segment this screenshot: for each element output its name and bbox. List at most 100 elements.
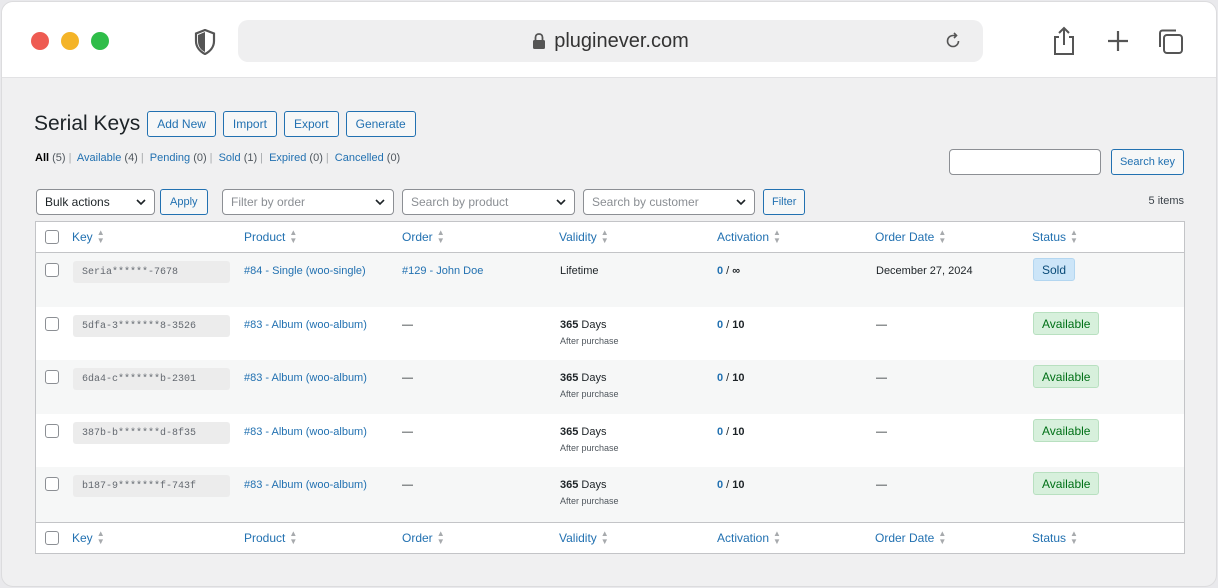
activation-used: 0 (717, 319, 724, 331)
validity-label: Days (578, 319, 607, 331)
sort-icon: ▲ ▼ (600, 228, 609, 245)
table-nav: Bulk actions Apply Filter by order Searc… (34, 189, 1186, 215)
sort-icon: ▲ ▼ (600, 529, 609, 546)
minimize-window-button[interactable] (61, 32, 79, 50)
filter-available[interactable]: Available (77, 152, 121, 164)
product-search-select[interactable]: Search by product (402, 189, 575, 215)
product-link[interactable]: #83 - Album (woo-album) (244, 426, 367, 438)
lock-icon (533, 33, 546, 49)
address-bar[interactable]: pluginever.com (238, 20, 983, 62)
validity-note: After purchase (560, 496, 619, 506)
activation-used: 0 (717, 426, 724, 438)
product-link[interactable]: #83 - Album (woo-album) (244, 479, 367, 491)
product-link[interactable]: #83 - Album (woo-album) (244, 319, 367, 331)
filter-count: (4) (124, 152, 138, 164)
activation-limit: ∞ (732, 265, 741, 277)
filter-all[interactable]: All (35, 152, 49, 164)
filter-button[interactable]: Filter (763, 189, 806, 215)
bulk-actions-select[interactable]: Bulk actions (36, 189, 155, 215)
column-key[interactable]: Key ▲ ▼ (72, 222, 105, 252)
status-badge: Available (1033, 365, 1100, 388)
sort-icon: ▲ ▼ (96, 529, 105, 546)
column-product[interactable]: Product ▲ ▼ (244, 222, 297, 252)
search-key-button[interactable]: Search key (1110, 149, 1184, 175)
chevron-down-icon (736, 199, 746, 206)
column-key[interactable]: Key ▲ ▼ (72, 523, 105, 553)
column-label: Order Date (875, 230, 935, 244)
reload-icon[interactable] (943, 31, 963, 51)
column-order[interactable]: Order ▲ ▼ (402, 222, 445, 252)
column-validity[interactable]: Validity ▲ ▼ (559, 523, 609, 553)
order-date: — (876, 426, 887, 438)
export-button[interactable]: Export (283, 111, 339, 137)
column-status[interactable]: Status ▲ ▼ (1032, 523, 1078, 553)
row-checkbox[interactable] (45, 477, 59, 491)
browser-window: pluginever.com Serial Keys Add New Impor… (1, 1, 1217, 587)
validity-label: Days (578, 426, 607, 438)
sort-icon: ▲ ▼ (1070, 228, 1078, 245)
url-text: pluginever.com (554, 29, 689, 52)
validity-label: Days (578, 372, 607, 384)
browser-toolbar: pluginever.com (2, 2, 1216, 78)
apply-button[interactable]: Apply (160, 189, 208, 215)
table-row: b187-9*******f-743f #83 - Album (woo-alb… (36, 467, 1184, 522)
activation-limit: 10 (732, 319, 745, 331)
column-label: Status (1032, 531, 1067, 545)
activation-used: 0 (717, 265, 724, 277)
order-link[interactable]: #129 - John Doe (402, 265, 483, 277)
row-checkbox[interactable] (45, 317, 59, 331)
add-new-button[interactable]: Add New (147, 111, 216, 137)
status-badge: Sold (1033, 258, 1076, 281)
import-button[interactable]: Import (222, 111, 277, 137)
sort-icon: ▲ ▼ (289, 228, 298, 245)
validity-note: After purchase (560, 443, 619, 453)
column-order-date[interactable]: Order Date ▲ ▼ (875, 523, 946, 553)
serial-key: 387b-b*******d-8f35 (73, 422, 230, 444)
column-order-date[interactable]: Order Date ▲ ▼ (875, 222, 946, 252)
row-checkbox[interactable] (45, 424, 59, 438)
validity-note: After purchase (560, 389, 619, 399)
serial-key: b187-9*******f-743f (73, 475, 230, 497)
status-filter-links: All (5) | Available (4) | Pending (0) | Sol… (35, 152, 401, 164)
validity-number: 365 (560, 426, 579, 438)
order-filter-select[interactable]: Filter by order (222, 189, 394, 215)
close-window-button[interactable] (31, 32, 49, 50)
column-validity[interactable]: Validity ▲ ▼ (559, 222, 609, 252)
tabs-icon[interactable] (1157, 26, 1185, 56)
serial-key: 5dfa-3*******8-3526 (73, 315, 230, 337)
column-label: Order (402, 230, 433, 244)
row-checkbox[interactable] (45, 263, 59, 277)
sort-icon: ▲ ▼ (1070, 529, 1078, 546)
order-filter-placeholder: Filter by order (231, 195, 306, 209)
product-link[interactable]: #84 - Single (woo-single) (244, 265, 366, 277)
serial-key: Seria******-7678 (73, 261, 230, 283)
validity-number: 365 (560, 319, 579, 331)
page-heading: Serial Keys Add New Import Export Genera… (34, 111, 423, 137)
column-activation[interactable]: Activation ▲ ▼ (717, 523, 781, 553)
product-link[interactable]: #83 - Album (woo-album) (244, 372, 367, 384)
select-all-checkbox[interactable] (45, 531, 59, 545)
activation-limit: 10 (732, 426, 745, 438)
generate-button[interactable]: Generate (345, 111, 416, 137)
select-all-checkbox[interactable] (45, 230, 59, 244)
filter-count: (0) (193, 152, 207, 164)
filter-sold[interactable]: Sold (219, 152, 241, 164)
zoom-window-button[interactable] (91, 32, 109, 50)
column-activation[interactable]: Activation ▲ ▼ (717, 222, 781, 252)
validity-text: 365 Days After purchase (560, 372, 619, 399)
sort-icon: ▲ ▼ (436, 529, 445, 546)
customer-search-select[interactable]: Search by customer (583, 189, 755, 215)
share-icon[interactable] (1050, 26, 1078, 56)
shield-icon[interactable] (194, 29, 216, 55)
column-product[interactable]: Product ▲ ▼ (244, 523, 297, 553)
row-checkbox[interactable] (45, 370, 59, 384)
filter-expired[interactable]: Expired (269, 152, 306, 164)
column-order[interactable]: Order ▲ ▼ (402, 523, 445, 553)
column-status[interactable]: Status ▲ ▼ (1032, 222, 1078, 252)
filter-cancelled[interactable]: Cancelled (335, 152, 384, 164)
filter-pending[interactable]: Pending (150, 152, 190, 164)
search-input[interactable] (948, 149, 1101, 175)
activation-used: 0 (717, 479, 724, 491)
plus-icon[interactable] (1104, 26, 1132, 56)
activation-limit: 10 (732, 479, 745, 491)
